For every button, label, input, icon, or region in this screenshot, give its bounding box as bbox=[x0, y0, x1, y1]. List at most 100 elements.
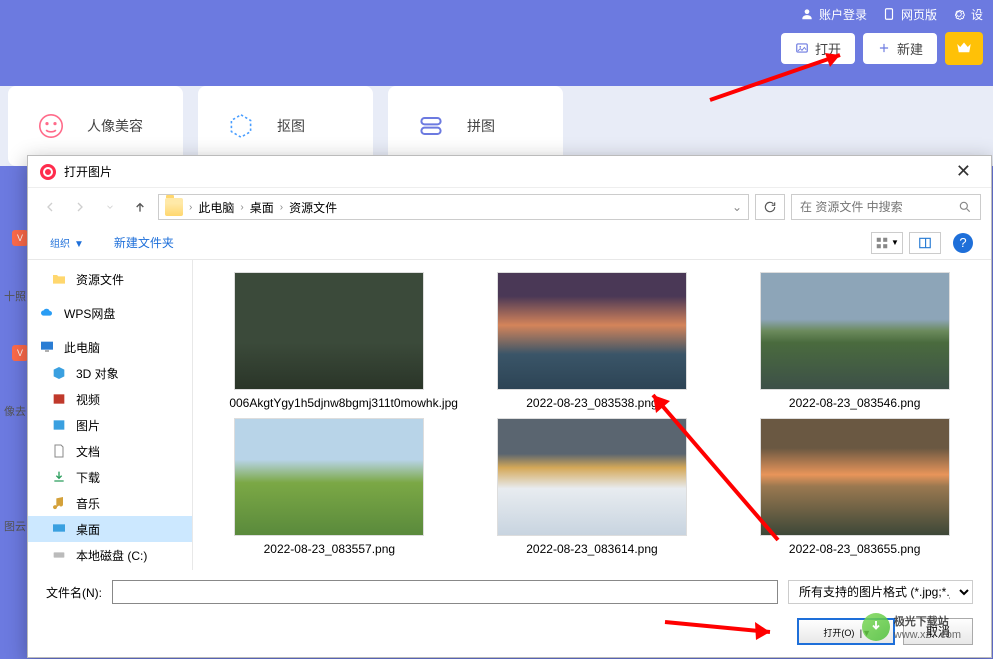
breadcrumb-dropdown[interactable]: ⌄ bbox=[732, 200, 742, 214]
breadcrumb-separator: › bbox=[240, 202, 243, 213]
file-listing-area: 006AkgtYgy1h5djnw8bgmj311t0mowhk.jpg 202… bbox=[193, 260, 991, 570]
music-icon bbox=[50, 494, 68, 512]
vip-button[interactable] bbox=[945, 32, 983, 65]
cloud-icon bbox=[2, 492, 28, 518]
account-login-link[interactable]: 账户登录 bbox=[800, 6, 867, 23]
vip-badge: V bbox=[12, 345, 28, 361]
refresh-button[interactable] bbox=[755, 194, 785, 220]
watermark-text: 极光下载站 www.xz7.com bbox=[894, 613, 961, 641]
file-thumbnail bbox=[497, 418, 687, 536]
file-name: 2022-08-23_083546.png bbox=[789, 396, 920, 410]
file-item[interactable]: 2022-08-23_083538.png bbox=[476, 272, 709, 410]
file-grid: 006AkgtYgy1h5djnw8bgmj311t0mowhk.jpg 202… bbox=[213, 272, 971, 556]
dialog-body: 资源文件 WPS网盘 此电脑 3D 对象 视频 图片 bbox=[28, 260, 991, 570]
collage-card[interactable]: 拼图 bbox=[388, 86, 563, 166]
sidebar-item-desktop[interactable]: 桌面 bbox=[28, 516, 192, 542]
sidebar-item-downloads[interactable]: 下载 bbox=[28, 464, 192, 490]
vip-badge: V bbox=[12, 230, 28, 246]
file-thumbnail bbox=[234, 418, 424, 536]
file-item[interactable]: 006AkgtYgy1h5djnw8bgmj311t0mowhk.jpg bbox=[213, 272, 446, 410]
web-version-label: 网页版 bbox=[901, 6, 937, 23]
file-item[interactable]: 2022-08-23_083546.png bbox=[738, 272, 971, 410]
search-input[interactable] bbox=[800, 200, 958, 214]
new-button[interactable]: 新建 bbox=[863, 33, 937, 64]
breadcrumb-item[interactable]: 资源文件 bbox=[289, 199, 337, 216]
breadcrumb-separator: › bbox=[280, 202, 283, 213]
cutout-card-label: 抠图 bbox=[277, 116, 305, 136]
portrait-card-label: 人像美容 bbox=[87, 116, 143, 136]
dialog-title-bar: 打开图片 ✕ bbox=[28, 156, 991, 188]
dialog-navigation-bar: › 此电脑 › 桌面 › 资源文件 ⌄ bbox=[28, 188, 991, 226]
new-folder-button[interactable]: 新建文件夹 bbox=[114, 234, 174, 251]
nav-forward-button[interactable] bbox=[68, 195, 92, 219]
settings-link[interactable]: 设 bbox=[952, 6, 983, 23]
cutout-card[interactable]: 抠图 bbox=[198, 86, 373, 166]
sidebar-item-resources[interactable]: 资源文件 bbox=[28, 266, 192, 292]
person-icon bbox=[800, 7, 814, 21]
web-version-link[interactable]: 网页版 bbox=[882, 6, 937, 23]
help-button[interactable]: ? bbox=[953, 233, 973, 253]
watermark: 极光下载站 www.xz7.com bbox=[862, 613, 961, 641]
camera-icon bbox=[2, 262, 28, 288]
file-item[interactable]: 2022-08-23_083614.png bbox=[476, 418, 709, 556]
nav-up-button[interactable] bbox=[128, 195, 152, 219]
sidebar-item-disk-c[interactable]: 本地磁盘 (C:) bbox=[28, 542, 192, 568]
app-toolbar: 打开 新建 bbox=[0, 28, 993, 68]
arrow-up-icon bbox=[132, 199, 148, 215]
collage-icon bbox=[413, 108, 449, 144]
preview-pane-button[interactable] bbox=[909, 232, 941, 254]
search-box[interactable] bbox=[791, 194, 981, 220]
arrow-left-icon bbox=[42, 199, 58, 215]
file-name: 2022-08-23_083614.png bbox=[526, 542, 657, 556]
film-icon bbox=[50, 390, 68, 408]
arrow-right-icon bbox=[72, 199, 88, 215]
file-item[interactable]: 2022-08-23_083655.png bbox=[738, 418, 971, 556]
breadcrumb[interactable]: › 此电脑 › 桌面 › 资源文件 ⌄ bbox=[158, 194, 749, 220]
sidebar-item-documents[interactable]: 文档 bbox=[28, 438, 192, 464]
file-thumbnail bbox=[234, 272, 424, 390]
close-button[interactable]: ✕ bbox=[948, 161, 979, 182]
side-item-1[interactable]: V 十照 bbox=[0, 225, 30, 340]
sidebar-item-thispc[interactable]: 此电脑 bbox=[28, 334, 192, 360]
side-item-2[interactable]: V 像去 bbox=[0, 340, 30, 455]
filetype-select[interactable]: 所有支持的图片格式 (*.jpg;*.jp bbox=[788, 580, 973, 604]
disk-icon bbox=[50, 546, 68, 564]
refresh-icon bbox=[763, 200, 777, 214]
nav-recent-button[interactable] bbox=[98, 195, 122, 219]
portrait-beauty-card[interactable]: 人像美容 bbox=[8, 86, 183, 166]
file-thumbnail bbox=[497, 272, 687, 390]
folder-icon bbox=[50, 270, 68, 288]
breadcrumb-item[interactable]: 此电脑 bbox=[198, 199, 234, 216]
dialog-title: 打开图片 bbox=[64, 163, 948, 180]
side-item-3[interactable]: 图云 bbox=[0, 455, 30, 570]
document-icon bbox=[50, 442, 68, 460]
phone-icon bbox=[882, 7, 896, 21]
breadcrumb-item[interactable]: 桌面 bbox=[250, 199, 274, 216]
cutout-icon bbox=[223, 108, 259, 144]
open-button[interactable]: 打开 bbox=[781, 33, 855, 64]
cloud-icon bbox=[38, 304, 56, 322]
plus-icon bbox=[877, 41, 891, 55]
new-button-label: 新建 bbox=[897, 39, 923, 58]
image-icon bbox=[795, 41, 809, 55]
sidebar-item-wps[interactable]: WPS网盘 bbox=[28, 300, 192, 326]
filename-input[interactable] bbox=[112, 580, 778, 604]
view-mode-button[interactable]: ▼ bbox=[871, 232, 903, 254]
sidebar-item-videos[interactable]: 视频 bbox=[28, 386, 192, 412]
gear-icon bbox=[952, 7, 966, 21]
sidebar-item-music[interactable]: 音乐 bbox=[28, 490, 192, 516]
sidebar-item-pictures[interactable]: 图片 bbox=[28, 412, 192, 438]
portrait-icon bbox=[33, 108, 69, 144]
picture-icon bbox=[50, 416, 68, 434]
dialog-footer: 文件名(N): 所有支持的图片格式 (*.jpg;*.jp bbox=[28, 570, 991, 614]
file-name: 2022-08-23_083538.png bbox=[526, 396, 657, 410]
organize-menu[interactable]: 组织▼ bbox=[46, 235, 84, 250]
crown-icon bbox=[955, 38, 973, 56]
app-logo-icon bbox=[40, 164, 56, 180]
monitor-icon bbox=[38, 338, 56, 356]
nav-back-button[interactable] bbox=[38, 195, 62, 219]
grid-icon bbox=[875, 236, 889, 250]
search-icon bbox=[958, 200, 972, 214]
file-item[interactable]: 2022-08-23_083557.png bbox=[213, 418, 446, 556]
sidebar-item-3d[interactable]: 3D 对象 bbox=[28, 360, 192, 386]
